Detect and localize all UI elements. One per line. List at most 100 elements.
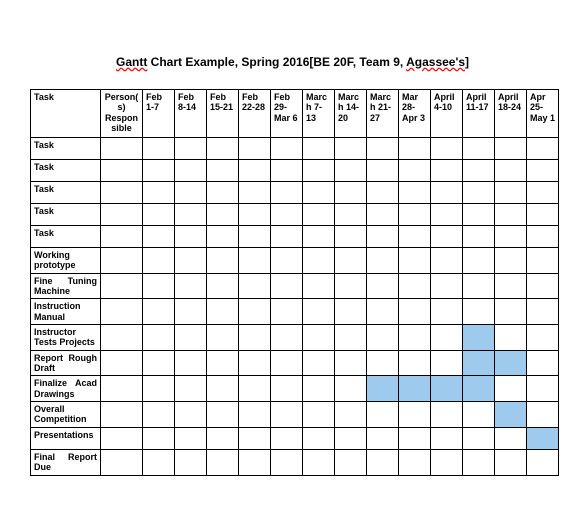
cell-person — [101, 273, 143, 299]
cell-empty — [399, 182, 431, 204]
row-label: Task — [31, 138, 101, 160]
cell-empty — [239, 449, 271, 475]
cell-empty — [463, 449, 495, 475]
cell-empty — [495, 299, 527, 325]
cell-person — [101, 248, 143, 274]
cell-empty — [495, 138, 527, 160]
cell-empty — [463, 427, 495, 449]
header-person: Person(s) Responsible — [101, 90, 143, 138]
cell-empty — [303, 325, 335, 351]
cell-empty — [335, 138, 367, 160]
header-week-11: April 18-24 — [495, 90, 527, 138]
row-label: Instruction Manual — [31, 299, 101, 325]
table-row: Instruction Manual — [31, 299, 559, 325]
cell-empty — [463, 138, 495, 160]
cell-empty — [175, 273, 207, 299]
cell-empty — [335, 248, 367, 274]
cell-empty — [335, 204, 367, 226]
cell-empty — [303, 226, 335, 248]
cell-empty — [207, 449, 239, 475]
row-label: Presentations — [31, 427, 101, 449]
cell-empty — [175, 402, 207, 428]
header-week-0: Feb 1-7 — [143, 90, 175, 138]
cell-filled — [463, 350, 495, 376]
cell-empty — [175, 299, 207, 325]
cell-empty — [527, 182, 559, 204]
cell-empty — [399, 273, 431, 299]
chart-title: Gantt Chart Example, Spring 2016[BE 20F,… — [30, 55, 555, 69]
cell-person — [101, 299, 143, 325]
cell-empty — [271, 299, 303, 325]
cell-empty — [431, 299, 463, 325]
cell-empty — [207, 299, 239, 325]
cell-empty — [335, 427, 367, 449]
header-week-2: Feb 15-21 — [207, 90, 239, 138]
cell-empty — [271, 376, 303, 402]
cell-empty — [239, 350, 271, 376]
cell-empty — [431, 204, 463, 226]
cell-person — [101, 376, 143, 402]
cell-empty — [303, 376, 335, 402]
cell-empty — [271, 182, 303, 204]
cell-empty — [495, 376, 527, 402]
cell-empty — [367, 182, 399, 204]
cell-filled — [463, 325, 495, 351]
cell-empty — [239, 273, 271, 299]
cell-empty — [527, 138, 559, 160]
cell-empty — [143, 350, 175, 376]
cell-empty — [527, 376, 559, 402]
table-row: Fine Tuning Machine — [31, 273, 559, 299]
header-week-4: Feb 29-Mar 6 — [271, 90, 303, 138]
cell-empty — [271, 226, 303, 248]
cell-empty — [271, 138, 303, 160]
table-row: Working prototype — [31, 248, 559, 274]
cell-empty — [367, 226, 399, 248]
cell-empty — [527, 350, 559, 376]
cell-empty — [495, 325, 527, 351]
table-row: Task — [31, 182, 559, 204]
cell-empty — [431, 427, 463, 449]
cell-empty — [207, 376, 239, 402]
cell-empty — [527, 160, 559, 182]
cell-empty — [175, 376, 207, 402]
cell-empty — [463, 160, 495, 182]
cell-empty — [399, 402, 431, 428]
cell-empty — [239, 299, 271, 325]
cell-empty — [175, 226, 207, 248]
gantt-chart-container: Gantt Chart Example, Spring 2016[BE 20F,… — [30, 55, 555, 476]
cell-empty — [431, 402, 463, 428]
cell-empty — [175, 427, 207, 449]
cell-empty — [367, 273, 399, 299]
cell-person — [101, 325, 143, 351]
cell-empty — [431, 325, 463, 351]
cell-empty — [463, 182, 495, 204]
cell-empty — [207, 204, 239, 226]
cell-empty — [143, 204, 175, 226]
cell-empty — [399, 160, 431, 182]
header-week-6: March 14-20 — [335, 90, 367, 138]
cell-empty — [527, 204, 559, 226]
cell-person — [101, 226, 143, 248]
title-word-gantt: Gantt — [116, 55, 147, 69]
cell-empty — [399, 449, 431, 475]
cell-empty — [175, 350, 207, 376]
cell-filled — [495, 402, 527, 428]
table-row: Task — [31, 138, 559, 160]
table-row: Presentations — [31, 427, 559, 449]
cell-empty — [207, 350, 239, 376]
cell-empty — [175, 182, 207, 204]
cell-empty — [527, 402, 559, 428]
cell-empty — [271, 350, 303, 376]
cell-empty — [143, 325, 175, 351]
cell-empty — [335, 402, 367, 428]
cell-empty — [207, 248, 239, 274]
table-row: Task — [31, 226, 559, 248]
cell-empty — [143, 182, 175, 204]
cell-empty — [367, 138, 399, 160]
row-label: Working prototype — [31, 248, 101, 274]
cell-empty — [527, 325, 559, 351]
cell-empty — [271, 402, 303, 428]
table-row: Final Report Due — [31, 449, 559, 475]
cell-person — [101, 160, 143, 182]
cell-empty — [463, 273, 495, 299]
